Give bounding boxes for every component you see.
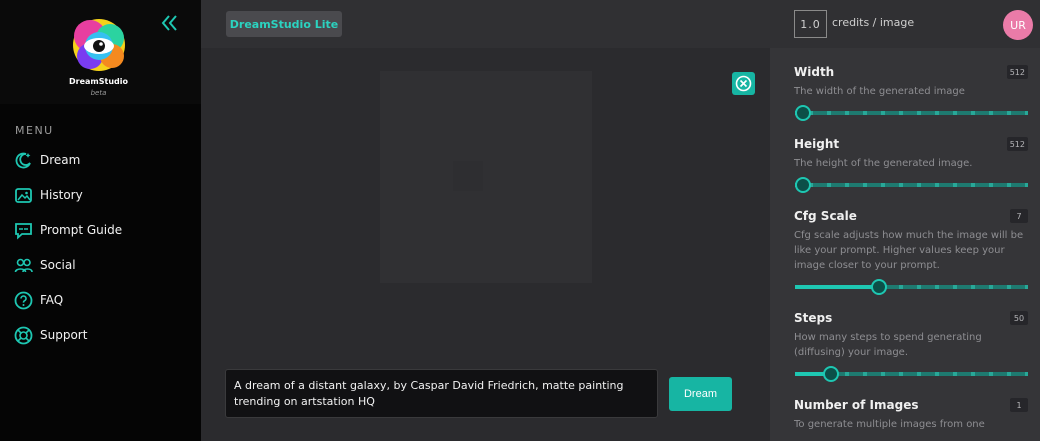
setting-title: Height	[794, 137, 840, 151]
height-slider[interactable]	[795, 177, 1028, 193]
sidebar: DreamStudio beta MENU Dream History Prom…	[0, 0, 201, 441]
collapse-sidebar-button[interactable]	[159, 12, 181, 34]
sidebar-item-dream[interactable]: Dream	[14, 149, 80, 171]
dream-button[interactable]: Dream	[669, 377, 732, 411]
sidebar-item-support[interactable]: Support	[14, 324, 87, 346]
slider-thumb[interactable]	[795, 105, 811, 121]
slider-thumb[interactable]	[823, 366, 840, 382]
setting-description: Cfg scale adjusts how much the image wil…	[794, 230, 1024, 271]
prompt-guide-icon	[14, 221, 33, 240]
sidebar-item-social[interactable]: Social	[14, 254, 76, 276]
sidebar-item-prompt-guide[interactable]: Prompt Guide	[14, 219, 122, 241]
setting-title: Cfg Scale	[794, 209, 857, 223]
slider-track	[795, 183, 1028, 187]
slider-thumb[interactable]	[870, 279, 887, 295]
app-window: DreamStudio beta MENU Dream History Prom…	[0, 0, 1040, 441]
setting-title: Number of Images	[794, 398, 919, 412]
setting-description: The height of the generated image.	[794, 158, 973, 169]
setting-value-badge: 50	[1010, 311, 1028, 325]
brand-name: DreamStudio	[69, 77, 128, 86]
sidebar-item-label: FAQ	[40, 293, 64, 307]
slider-thumb[interactable]	[795, 177, 811, 193]
setting-number-of-images: Number of Images 1 To generate multiple …	[794, 398, 1030, 432]
setting-title: Steps	[794, 311, 833, 325]
setting-value-badge: 512	[1006, 65, 1028, 79]
brand-subtitle: beta	[90, 89, 107, 97]
double-chevron-left-icon	[161, 15, 177, 31]
setting-value-badge: 7	[1010, 209, 1028, 223]
support-icon	[14, 326, 33, 345]
sidebar-item-label: History	[40, 188, 83, 202]
setting-value-badge: 1	[1010, 398, 1028, 412]
sidebar-item-faq[interactable]: FAQ	[14, 289, 63, 311]
credits-label: credits / image	[832, 16, 915, 29]
setting-steps: Steps 50 How many steps to spend generat…	[794, 311, 1030, 360]
setting-description: The width of the generated image	[794, 86, 965, 97]
credits-value: 1.0	[794, 10, 827, 38]
cfg-scale-slider[interactable]	[795, 279, 1028, 295]
slider-track	[795, 111, 1028, 115]
clear-image-button[interactable]	[732, 72, 755, 95]
sidebar-item-label: Prompt Guide	[40, 223, 123, 237]
prompt-input[interactable]: A dream of a distant galaxy, by Caspar D…	[225, 369, 658, 418]
slider-fill	[795, 285, 879, 289]
sidebar-item-label: Support	[40, 328, 88, 342]
setting-height: Height 512 The height of the generated i…	[794, 137, 1030, 171]
sidebar-item-label: Social	[40, 258, 76, 272]
setting-value-badge: 512	[1006, 137, 1028, 151]
tab-dreamstudio-lite[interactable]: DreamStudio Lite	[226, 11, 342, 37]
dream-icon	[14, 151, 33, 170]
setting-title: Width	[794, 65, 835, 79]
steps-slider[interactable]	[795, 366, 1028, 382]
width-slider[interactable]	[795, 105, 1028, 121]
user-avatar[interactable]: UR	[1003, 10, 1033, 40]
dreamstudio-logo	[73, 19, 125, 71]
setting-description: To generate multiple images from one	[794, 419, 985, 430]
setting-width: Width 512 The width of the generated ima…	[794, 65, 1030, 99]
image-placeholder	[453, 161, 483, 191]
menu-title: MENU	[15, 124, 54, 137]
sidebar-item-history[interactable]: History	[14, 184, 83, 206]
setting-description: How many steps to spend generating (diff…	[794, 332, 982, 358]
sidebar-item-label: Dream	[40, 153, 81, 167]
close-icon	[735, 75, 752, 92]
faq-icon	[14, 291, 33, 310]
history-icon	[14, 186, 33, 205]
setting-cfg-scale: Cfg Scale 7 Cfg scale adjusts how much t…	[794, 209, 1030, 273]
image-canvas	[380, 71, 592, 283]
social-icon	[14, 256, 33, 275]
